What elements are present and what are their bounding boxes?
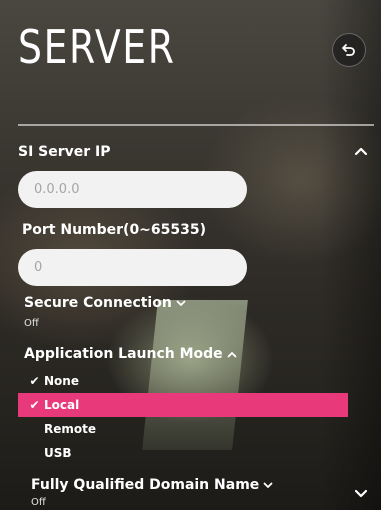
checkmark-icon: ✔ xyxy=(29,374,40,388)
secure-connection-label: Secure Connection xyxy=(24,295,172,311)
application-launch-mode-label: Application Launch Mode xyxy=(24,346,223,362)
launch-mode-option-label: Local xyxy=(44,398,80,412)
secure-connection-toggle[interactable]: Secure Connection xyxy=(24,295,186,311)
back-arrow-icon xyxy=(342,44,355,56)
page-title: SERVER xyxy=(18,20,176,74)
chevron-up-icon xyxy=(227,348,237,361)
fqdn-toggle[interactable]: Fully Qualified Domain Name xyxy=(31,477,273,493)
launch-mode-option-label: None xyxy=(44,374,79,388)
chevron-down-icon xyxy=(263,479,273,492)
launch-mode-option-label: USB xyxy=(44,446,72,460)
port-number-input[interactable] xyxy=(18,249,247,286)
fqdn-value: Off xyxy=(31,497,46,508)
scroll-down-button[interactable] xyxy=(350,484,372,504)
server-settings-screen: SERVER SI Server IP Port Number(0~65535)… xyxy=(0,0,381,510)
launch-mode-option-label: Remote xyxy=(44,422,97,436)
application-launch-mode-toggle[interactable]: Application Launch Mode xyxy=(24,346,237,362)
si-server-ip-collapse-button[interactable] xyxy=(350,140,372,162)
checkmark-icon: ✔ xyxy=(29,398,40,412)
si-server-ip-input[interactable] xyxy=(18,171,247,208)
si-server-ip-label: SI Server IP xyxy=(18,144,111,160)
fqdn-label: Fully Qualified Domain Name xyxy=(31,477,260,493)
chevron-down-icon xyxy=(354,489,368,498)
header-divider xyxy=(18,124,374,126)
launch-mode-option-local[interactable]: ✔ Local xyxy=(18,393,348,417)
launch-mode-option-usb[interactable]: USB xyxy=(18,441,348,465)
back-button[interactable] xyxy=(332,33,366,67)
launch-mode-option-remote[interactable]: Remote xyxy=(18,417,348,441)
secure-connection-value: Off xyxy=(24,318,39,329)
port-number-label: Port Number(0~65535) xyxy=(22,222,207,238)
chevron-down-icon xyxy=(176,297,186,310)
launch-mode-option-none[interactable]: ✔ None xyxy=(18,369,348,393)
chevron-up-icon xyxy=(354,147,368,156)
